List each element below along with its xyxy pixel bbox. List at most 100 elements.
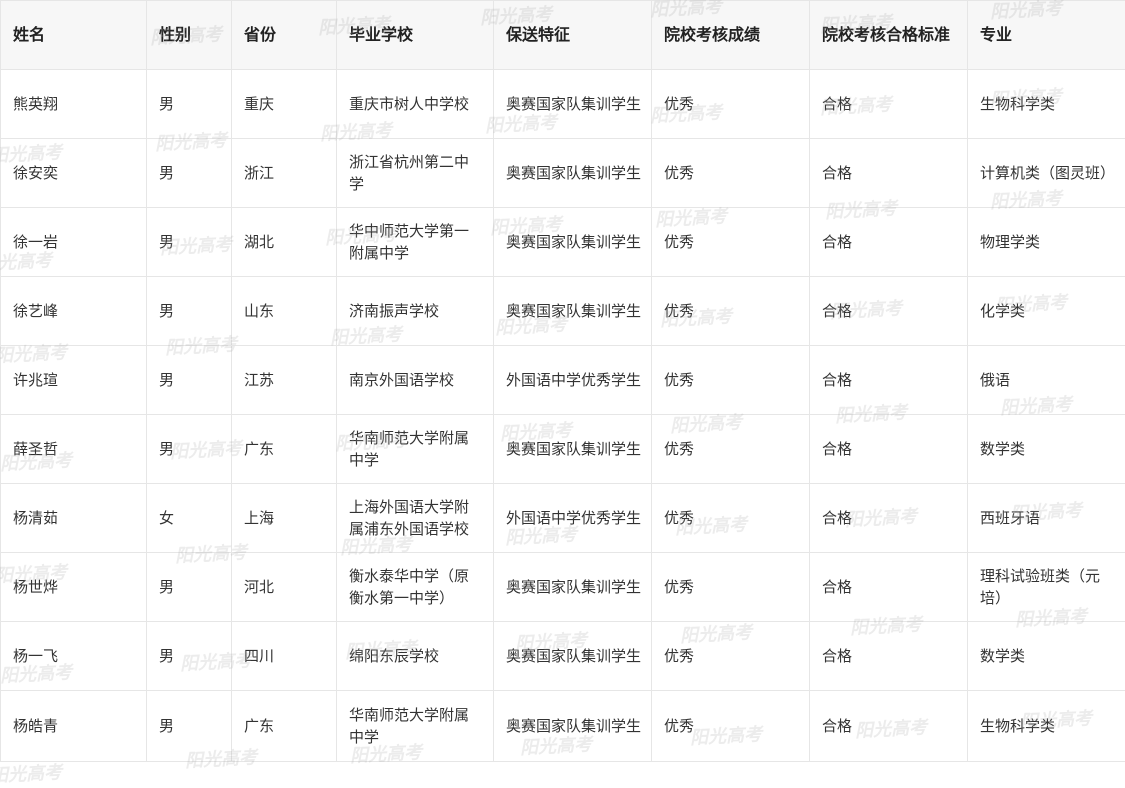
cell-major: 理科试验班类（元培） — [968, 553, 1125, 622]
cell-name: 许兆瑄 — [1, 346, 147, 415]
cell-gender: 女 — [147, 484, 232, 553]
watermark-text: 阳光高考 — [0, 758, 63, 788]
cell-major: 西班牙语 — [968, 484, 1125, 553]
cell-province: 重庆 — [232, 70, 337, 139]
cell-score: 优秀 — [652, 415, 810, 484]
cell-province: 江苏 — [232, 346, 337, 415]
cell-name: 徐一岩 — [1, 208, 147, 277]
header-province: 省份 — [232, 1, 337, 70]
cell-school: 济南振声学校 — [337, 277, 494, 346]
cell-gender: 男 — [147, 277, 232, 346]
cell-gender: 男 — [147, 139, 232, 208]
cell-score: 优秀 — [652, 139, 810, 208]
cell-major: 数学类 — [968, 415, 1125, 484]
cell-major: 化学类 — [968, 277, 1125, 346]
cell-gender: 男 — [147, 346, 232, 415]
header-major: 专业 — [968, 1, 1125, 70]
header-row: 姓名 性别 省份 毕业学校 保送特征 院校考核成绩 院校考核合格标准 专业 — [1, 1, 1125, 70]
cell-name: 薛圣哲 — [1, 415, 147, 484]
cell-name: 杨清茹 — [1, 484, 147, 553]
cell-standard: 合格 — [810, 277, 968, 346]
cell-standard: 合格 — [810, 691, 968, 762]
cell-province: 湖北 — [232, 208, 337, 277]
cell-score: 优秀 — [652, 484, 810, 553]
cell-major: 物理学类 — [968, 208, 1125, 277]
cell-major: 计算机类（图灵班） — [968, 139, 1125, 208]
cell-standard: 合格 — [810, 415, 968, 484]
cell-score: 优秀 — [652, 208, 810, 277]
cell-school: 华南师范大学附属中学 — [337, 691, 494, 762]
cell-name: 徐安奕 — [1, 139, 147, 208]
cell-score: 优秀 — [652, 622, 810, 691]
cell-name: 徐艺峰 — [1, 277, 147, 346]
header-gender: 性别 — [147, 1, 232, 70]
cell-province: 四川 — [232, 622, 337, 691]
cell-gender: 男 — [147, 553, 232, 622]
cell-major: 俄语 — [968, 346, 1125, 415]
cell-major: 数学类 — [968, 622, 1125, 691]
cell-standard: 合格 — [810, 553, 968, 622]
cell-feature: 奥赛国家队集训学生 — [494, 139, 652, 208]
cell-school: 衡水泰华中学（原衡水第一中学） — [337, 553, 494, 622]
table-row: 许兆瑄男江苏南京外国语学校外国语中学优秀学生优秀合格俄语 — [1, 346, 1125, 415]
cell-name: 杨一飞 — [1, 622, 147, 691]
cell-province: 河北 — [232, 553, 337, 622]
cell-gender: 男 — [147, 415, 232, 484]
cell-feature: 奥赛国家队集训学生 — [494, 208, 652, 277]
cell-school: 上海外国语大学附属浦东外国语学校 — [337, 484, 494, 553]
cell-feature: 奥赛国家队集训学生 — [494, 415, 652, 484]
table-row: 徐艺峰男山东济南振声学校奥赛国家队集训学生优秀合格化学类 — [1, 277, 1125, 346]
cell-name: 熊英翔 — [1, 70, 147, 139]
table-row: 徐安奕男浙江浙江省杭州第二中学奥赛国家队集训学生优秀合格计算机类（图灵班） — [1, 139, 1125, 208]
cell-standard: 合格 — [810, 139, 968, 208]
cell-school: 绵阳东辰学校 — [337, 622, 494, 691]
cell-standard: 合格 — [810, 346, 968, 415]
table-row: 杨清茹女上海上海外国语大学附属浦东外国语学校外国语中学优秀学生优秀合格西班牙语 — [1, 484, 1125, 553]
cell-school: 浙江省杭州第二中学 — [337, 139, 494, 208]
cell-score: 优秀 — [652, 553, 810, 622]
admission-table: 姓名 性别 省份 毕业学校 保送特征 院校考核成绩 院校考核合格标准 专业 熊英… — [0, 0, 1125, 762]
cell-standard: 合格 — [810, 208, 968, 277]
cell-province: 浙江 — [232, 139, 337, 208]
cell-feature: 外国语中学优秀学生 — [494, 484, 652, 553]
cell-feature: 奥赛国家队集训学生 — [494, 277, 652, 346]
cell-feature: 外国语中学优秀学生 — [494, 346, 652, 415]
header-name: 姓名 — [1, 1, 147, 70]
table-row: 杨一飞男四川绵阳东辰学校奥赛国家队集训学生优秀合格数学类 — [1, 622, 1125, 691]
cell-score: 优秀 — [652, 70, 810, 139]
header-school: 毕业学校 — [337, 1, 494, 70]
cell-province: 广东 — [232, 691, 337, 762]
cell-score: 优秀 — [652, 346, 810, 415]
cell-feature: 奥赛国家队集训学生 — [494, 553, 652, 622]
table-row: 熊英翔男重庆重庆市树人中学校奥赛国家队集训学生优秀合格生物科学类 — [1, 70, 1125, 139]
cell-school: 南京外国语学校 — [337, 346, 494, 415]
cell-name: 杨皓青 — [1, 691, 147, 762]
table-row: 薛圣哲男广东华南师范大学附属中学奥赛国家队集训学生优秀合格数学类 — [1, 415, 1125, 484]
cell-feature: 奥赛国家队集训学生 — [494, 691, 652, 762]
cell-major: 生物科学类 — [968, 70, 1125, 139]
header-score: 院校考核成绩 — [652, 1, 810, 70]
cell-major: 生物科学类 — [968, 691, 1125, 762]
cell-standard: 合格 — [810, 484, 968, 553]
cell-gender: 男 — [147, 691, 232, 762]
cell-standard: 合格 — [810, 70, 968, 139]
table-row: 杨皓青男广东华南师范大学附属中学奥赛国家队集训学生优秀合格生物科学类 — [1, 691, 1125, 762]
header-standard: 院校考核合格标准 — [810, 1, 968, 70]
header-feature: 保送特征 — [494, 1, 652, 70]
cell-gender: 男 — [147, 208, 232, 277]
cell-feature: 奥赛国家队集训学生 — [494, 622, 652, 691]
cell-standard: 合格 — [810, 622, 968, 691]
cell-score: 优秀 — [652, 277, 810, 346]
cell-feature: 奥赛国家队集训学生 — [494, 70, 652, 139]
table-row: 杨世烨男河北衡水泰华中学（原衡水第一中学）奥赛国家队集训学生优秀合格理科试验班类… — [1, 553, 1125, 622]
cell-gender: 男 — [147, 70, 232, 139]
cell-school: 华南师范大学附属中学 — [337, 415, 494, 484]
cell-score: 优秀 — [652, 691, 810, 762]
cell-gender: 男 — [147, 622, 232, 691]
cell-name: 杨世烨 — [1, 553, 147, 622]
cell-school: 重庆市树人中学校 — [337, 70, 494, 139]
cell-province: 山东 — [232, 277, 337, 346]
table-row: 徐一岩男湖北华中师范大学第一附属中学奥赛国家队集训学生优秀合格物理学类 — [1, 208, 1125, 277]
cell-province: 广东 — [232, 415, 337, 484]
cell-province: 上海 — [232, 484, 337, 553]
